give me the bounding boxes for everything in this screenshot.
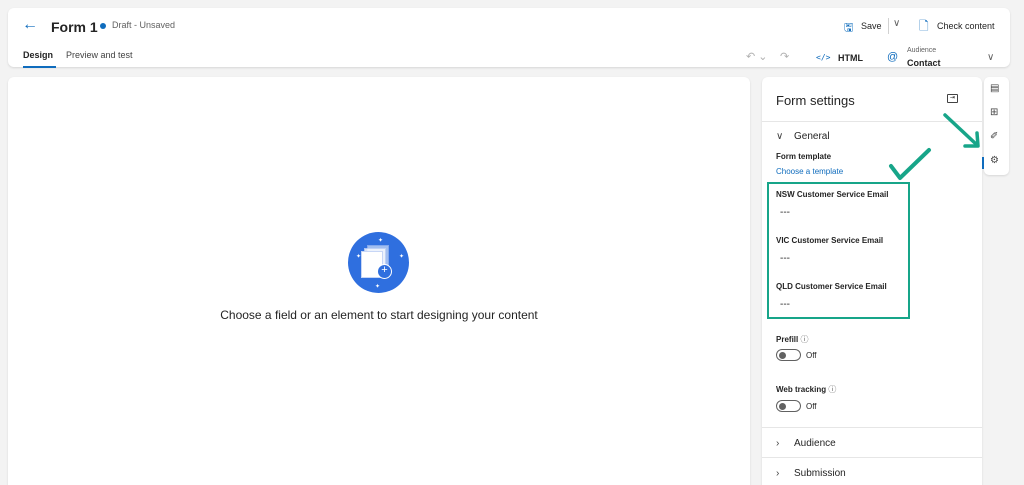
- annotation-arrow-icon: [943, 113, 980, 148]
- annotation-checkmark-icon: [889, 148, 931, 180]
- annotation-overlay: [889, 113, 980, 180]
